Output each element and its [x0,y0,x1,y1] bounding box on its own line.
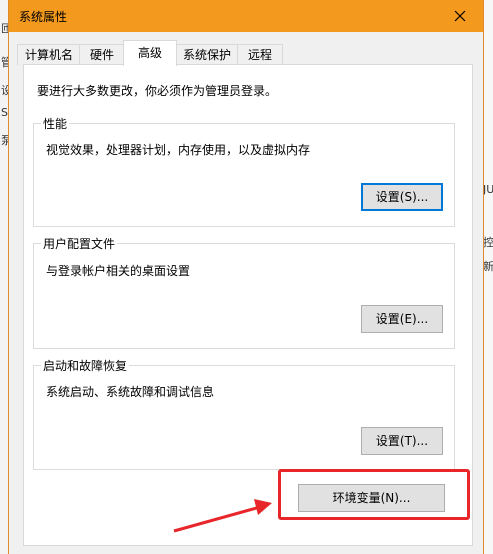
user-profiles-settings-button[interactable]: 设置(E)... [361,305,443,333]
background-text: 控 [483,236,493,249]
startup-recovery-settings-button[interactable]: 设置(T)... [361,427,443,455]
close-button[interactable] [437,0,483,32]
environment-variables-button[interactable]: 环境变量(N)... [298,484,445,512]
system-properties-dialog: 系统属性 计算机名 硬件 高级 系统保护 远程 要进行大多数更改，你必须作为管理… [8,0,484,554]
performance-settings-button[interactable]: 设置(S)... [361,183,443,211]
admin-notice: 要进行大多数更改，你必须作为管理员登录。 [37,84,278,98]
advanced-tab-panel: 要进行大多数更改，你必须作为管理员登录。 性能 视觉效果，处理器计划，内存使用，… [23,64,473,546]
background-text: S [1,106,8,119]
tab-computer-name[interactable]: 计算机名 [17,44,81,65]
tab-system-protection[interactable]: 系统保护 [175,44,239,65]
tab-advanced[interactable]: 高级 [123,40,177,66]
tab-strip: 计算机名 硬件 高级 系统保护 远程 [9,40,483,66]
user-profiles-group: 用户配置文件 与登录帐户相关的桌面设置 设置(E)... [33,235,455,349]
startup-recovery-description: 系统启动、系统故障和调试信息 [46,385,215,399]
annotation-arrow-icon [173,499,272,533]
tab-hardware[interactable]: 硬件 [79,44,125,65]
background-text: JU [483,183,493,196]
user-profiles-description: 与登录帐户相关的桌面设置 [46,264,191,278]
tab-remote[interactable]: 远程 [237,44,283,65]
startup-recovery-legend: 启动和故障恢复 [41,357,130,374]
performance-description: 视觉效果，处理器计划，内存使用，以及虚拟内存 [46,143,311,157]
performance-legend: 性能 [41,115,70,132]
dialog-title: 系统属性 [19,10,68,24]
close-icon [454,10,466,22]
background-text: 新 [483,260,493,273]
title-bar[interactable]: 系统属性 [9,0,483,32]
user-profiles-legend: 用户配置文件 [41,235,118,252]
performance-group: 性能 视觉效果，处理器计划，内存使用，以及虚拟内存 设置(S)... [33,115,455,227]
startup-recovery-group: 启动和故障恢复 系统启动、系统故障和调试信息 设置(T)... [33,357,455,470]
